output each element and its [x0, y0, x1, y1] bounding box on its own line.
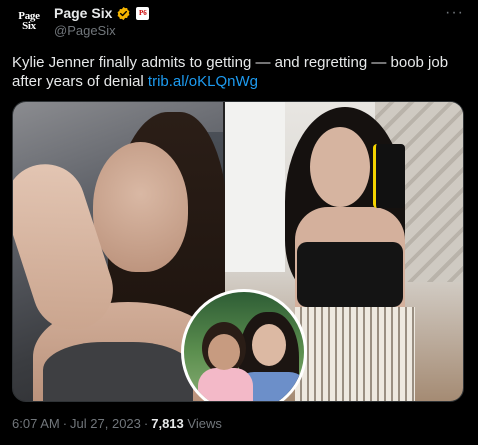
- display-name[interactable]: Page Six: [54, 5, 112, 21]
- tweet-link[interactable]: trib.al/oKLQnWg: [148, 73, 258, 90]
- views-label: Views: [187, 416, 222, 431]
- top: [43, 342, 193, 401]
- views-count[interactable]: 7,813: [151, 416, 184, 431]
- phone: [373, 144, 405, 208]
- name-row: Page Six P6: [54, 5, 150, 21]
- avatar[interactable]: Page Six: [12, 4, 46, 38]
- verified-badge-icon: [117, 6, 130, 20]
- tweet-date[interactable]: Jul 27, 2023: [70, 416, 141, 431]
- striped-pants: [295, 307, 415, 401]
- face: [310, 127, 370, 207]
- affiliate-badge-text: P6: [138, 8, 147, 17]
- crop-top: [297, 242, 403, 307]
- separator: ·: [143, 416, 149, 431]
- handle[interactable]: @PageSix: [54, 23, 116, 38]
- tweet-text: Kylie Jenner finally admits to getting —…: [12, 53, 468, 91]
- tweet-media[interactable]: [12, 101, 464, 402]
- affiliate-badge-icon[interactable]: P6: [136, 6, 150, 20]
- more-options-icon[interactable]: ···: [445, 4, 464, 22]
- tweet: Page Six Page Six P6 @PageSix ··· Kylie …: [0, 0, 478, 445]
- avatar-logo-line2: Six: [22, 20, 36, 32]
- child-face: [208, 334, 240, 370]
- separator: ·: [62, 416, 68, 431]
- child-shirt: [198, 368, 253, 401]
- face: [93, 142, 188, 272]
- adult-face: [252, 324, 286, 366]
- window: [225, 102, 285, 272]
- tweet-metadata: 6:07 AM · Jul 27, 2023 · 7,813 Views: [12, 416, 222, 431]
- tweet-time[interactable]: 6:07 AM: [12, 416, 60, 431]
